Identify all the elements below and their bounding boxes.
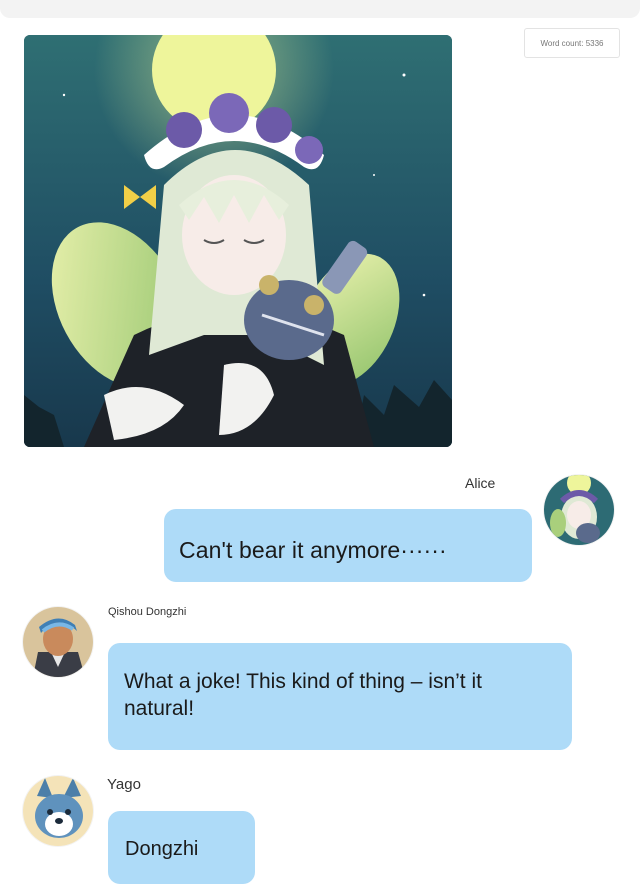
message-text-dongzhi: What a joke! This kind of thing – isn’t … (124, 670, 482, 720)
yago-avatar-icon[interactable] (23, 776, 93, 846)
sender-name-dongzhi: Qishou Dongzhi (108, 606, 187, 618)
dongzhi-avatar-icon[interactable] (23, 607, 93, 677)
anime-girl-illustration (24, 35, 452, 447)
shared-image[interactable] (24, 35, 452, 447)
word-count-badge: Word count: 5336 (524, 28, 620, 58)
message-bubble-alice[interactable]: Can't bear it anymore······ (164, 509, 532, 582)
word-count-label: Word count: 5336 (540, 38, 604, 48)
message-text-alice: Can't bear it anymore······ (179, 537, 447, 563)
message-bubble-yago[interactable]: Dongzhi (108, 811, 255, 884)
sender-name-alice: Alice (465, 475, 496, 491)
top-strip (0, 0, 640, 18)
message-text-yago: Dongzhi (125, 838, 199, 860)
message-bubble-dongzhi[interactable]: What a joke! This kind of thing – isn’t … (108, 643, 572, 750)
alice-avatar-icon[interactable] (544, 475, 614, 545)
sender-name-yago: Yago (107, 776, 141, 793)
